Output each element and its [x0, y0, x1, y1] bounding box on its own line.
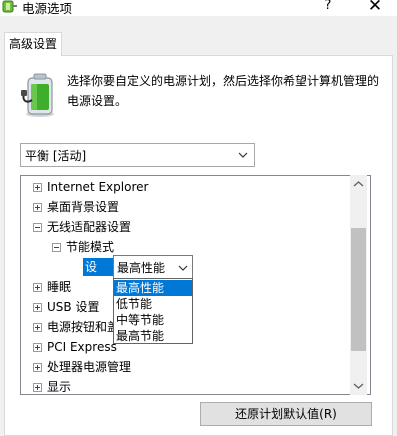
- tree-item-label: 睡眠: [47, 280, 72, 294]
- settings-tree[interactable]: Internet Explorer 桌面背景设置 无线适配器设置 节能模式 睡眠…: [20, 175, 371, 395]
- help-button[interactable]: ?: [321, 0, 335, 13]
- expand-plus-icon[interactable]: [33, 363, 42, 372]
- tree-item-label: USB 设置: [47, 300, 100, 314]
- tab-advanced-settings[interactable]: 高级设置: [4, 32, 62, 56]
- chevron-down-icon: [178, 265, 188, 271]
- tree-item-label: 无线适配器设置: [47, 220, 132, 234]
- power-plan-select[interactable]: 平衡 [活动]: [20, 143, 255, 167]
- tree-item-label: 电源按钮和盖: [47, 320, 120, 334]
- setting-value-select[interactable]: 最高性能: [113, 255, 193, 279]
- close-button[interactable]: ✕: [364, 0, 386, 16]
- scroll-up-arrow-icon[interactable]: [350, 176, 367, 193]
- scrollbar-thumb[interactable]: [351, 228, 366, 351]
- dropdown-option-low-power-saving[interactable]: 低节能: [114, 296, 192, 312]
- setting-value: 最高性能: [117, 261, 166, 275]
- power-plan-value: 平衡 [活动]: [25, 149, 87, 163]
- dropdown-option-max-performance[interactable]: 最高性能: [114, 280, 192, 296]
- window-title: 电源选项: [22, 1, 73, 16]
- setting-dropdown-list: 最高性能 低节能 中等节能 最高节能: [113, 278, 193, 344]
- setting-label: 设置:: [83, 258, 113, 292]
- expand-plus-icon[interactable]: [33, 203, 42, 212]
- tree-item-label: 节能模式: [66, 240, 115, 254]
- expand-plus-icon[interactable]: [33, 303, 42, 312]
- title-bar: 电源选项 ? ✕: [0, 0, 397, 16]
- restore-defaults-button[interactable]: 还原计划默认值(R): [200, 402, 372, 426]
- dropdown-option-medium-power-saving[interactable]: 中等节能: [114, 312, 192, 328]
- intro-text: 选择你要自定义的电源计划，然后选择你希望计算机管理的电源设置。: [67, 74, 380, 108]
- expand-plus-icon[interactable]: [33, 343, 42, 352]
- power-plan-icon: [21, 73, 54, 117]
- expand-plus-icon[interactable]: [33, 283, 42, 292]
- tree-scrollbar[interactable]: [350, 175, 367, 395]
- scroll-down-arrow-icon[interactable]: [350, 377, 367, 394]
- tree-item-label: 显示: [47, 380, 72, 394]
- tree-item-label: 桌面背景设置: [47, 200, 120, 214]
- chevron-down-icon: [238, 152, 248, 158]
- expand-plus-icon[interactable]: [33, 383, 42, 392]
- tree-item-label: Internet Explorer: [47, 180, 149, 194]
- expand-plus-icon[interactable]: [33, 323, 42, 332]
- collapse-minus-icon[interactable]: [33, 223, 42, 232]
- tree-item-label: PCI Express: [47, 340, 117, 354]
- dropdown-option-max-power-saving[interactable]: 最高节能: [114, 328, 192, 344]
- expand-plus-icon[interactable]: [33, 183, 42, 192]
- power-options-icon: [2, 0, 17, 13]
- tree-item-label: 处理器电源管理: [47, 360, 132, 374]
- collapse-minus-icon[interactable]: [52, 243, 61, 252]
